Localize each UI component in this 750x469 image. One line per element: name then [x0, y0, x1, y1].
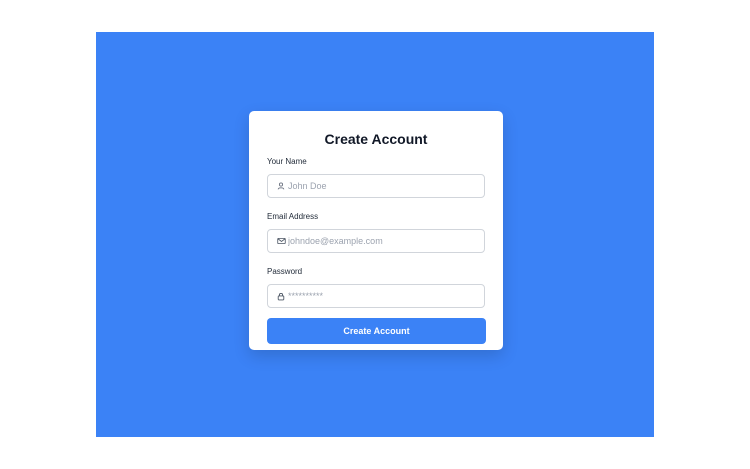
email-field[interactable] — [267, 229, 485, 253]
page: Create Account Your Name Email Address P… — [0, 0, 750, 469]
name-input[interactable] — [288, 175, 480, 197]
password-label: Password — [267, 267, 303, 276]
name-field[interactable] — [267, 174, 485, 198]
signup-card: Create Account Your Name Email Address P… — [249, 111, 503, 350]
form-title: Create Account — [324, 131, 428, 147]
email-input[interactable] — [288, 230, 480, 252]
email-label: Email Address — [267, 212, 319, 221]
mail-icon — [276, 236, 286, 246]
create-account-button[interactable]: Create Account — [267, 318, 486, 344]
password-input[interactable] — [288, 285, 480, 307]
password-field[interactable] — [267, 284, 485, 308]
user-icon — [276, 181, 286, 191]
name-label: Your Name — [267, 157, 307, 166]
lock-icon — [276, 291, 286, 301]
